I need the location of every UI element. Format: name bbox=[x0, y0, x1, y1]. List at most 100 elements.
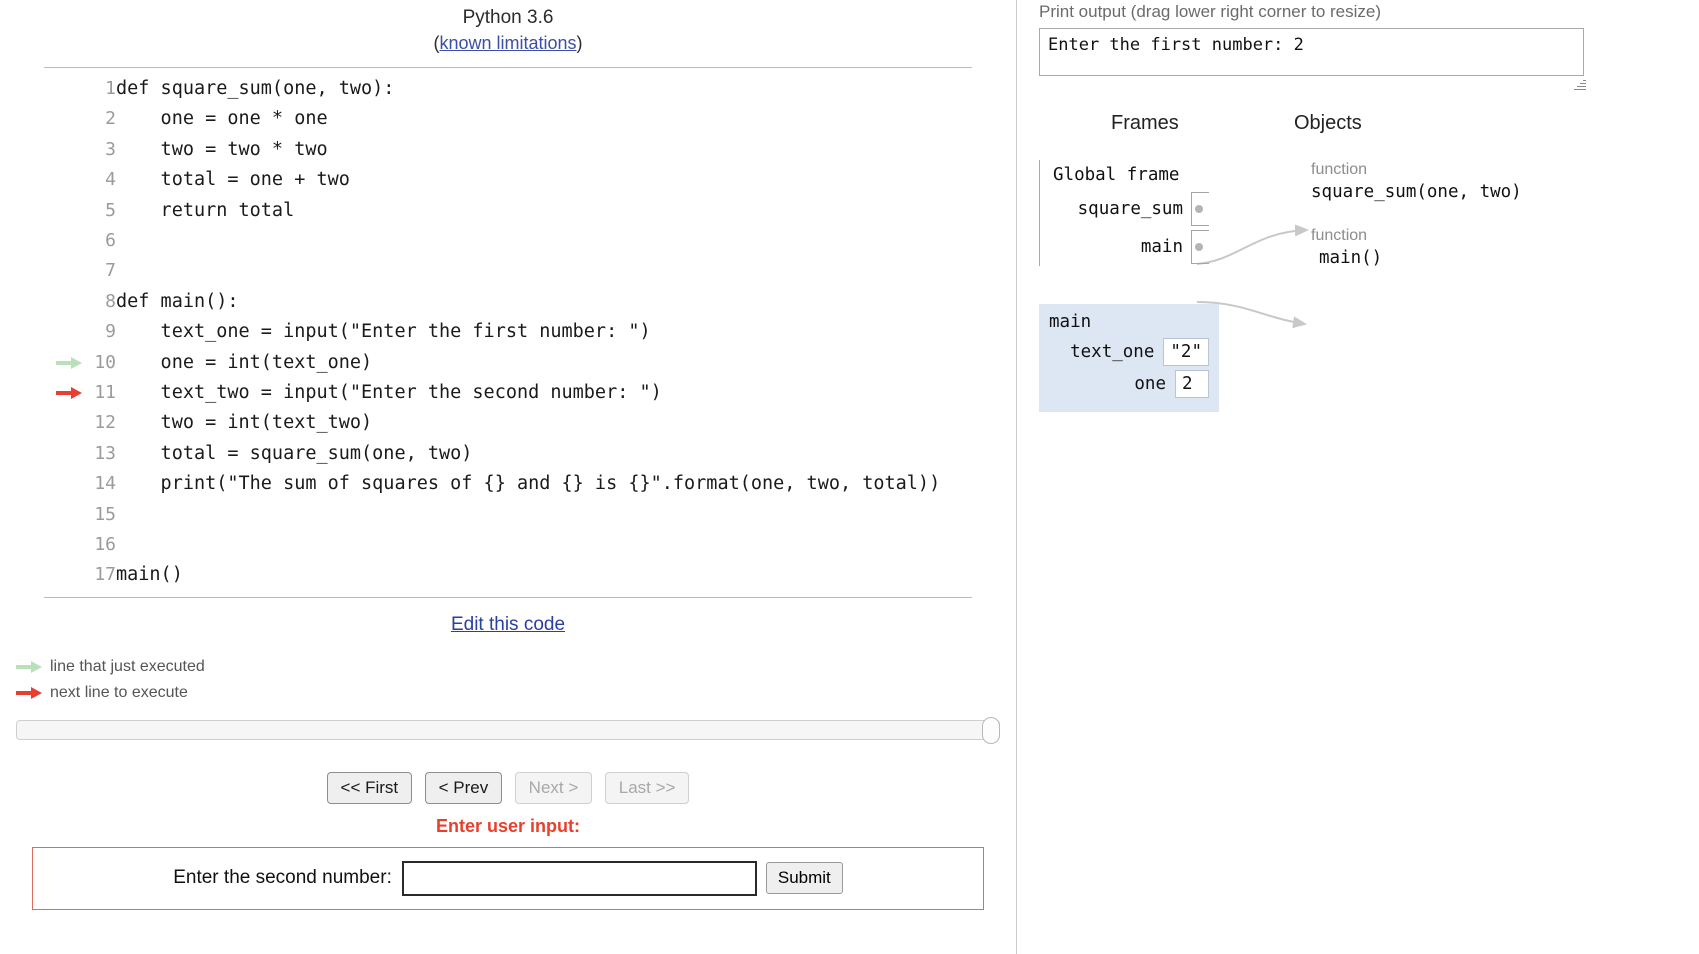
user-input-field[interactable] bbox=[401, 860, 757, 896]
language-label: Python 3.6 bbox=[462, 7, 554, 28]
code-line-text: text_one = input("Enter the first number… bbox=[116, 321, 651, 343]
edit-code-row: Edit this code bbox=[0, 614, 1016, 636]
resize-grip-icon[interactable] bbox=[1572, 78, 1586, 92]
edit-this-code-link[interactable]: Edit this code bbox=[451, 614, 565, 635]
submit-button[interactable]: Submit bbox=[765, 862, 843, 895]
green-arrow-icon bbox=[16, 660, 42, 673]
code-line-number: 14 bbox=[94, 473, 116, 495]
red-arrow-icon bbox=[16, 686, 42, 699]
legend-next-label: next line to execute bbox=[50, 683, 188, 701]
code-line-number: 2 bbox=[105, 108, 116, 130]
code-line-text: main() bbox=[116, 564, 183, 586]
known-limitations-line: (known limitations) bbox=[0, 31, 1016, 55]
object-kind-label: function bbox=[1311, 227, 1368, 244]
first-button[interactable]: << First bbox=[326, 771, 413, 804]
code-line-text bbox=[116, 500, 972, 530]
code-line-number: 7 bbox=[105, 260, 116, 282]
next-button[interactable]: Next > bbox=[514, 771, 593, 804]
code-line-text: print("The sum of squares of {} and {} i… bbox=[116, 473, 941, 495]
stack-frame-main: main text_one "2" one 2 bbox=[1039, 304, 1219, 412]
code-line-row: 10 one = int(text_one) bbox=[44, 348, 972, 378]
legend-executed-label: line that just executed bbox=[50, 657, 205, 675]
code-line-text: text_two = input("Enter the second numbe… bbox=[116, 382, 662, 403]
code-line-text bbox=[116, 256, 972, 286]
heap-object: function square_sum(one, two) bbox=[1311, 160, 1691, 204]
code-line-number: 11 bbox=[94, 382, 116, 403]
user-input-title: Enter user input: bbox=[435, 815, 580, 836]
code-line-marker bbox=[44, 469, 82, 499]
code-line-marker bbox=[44, 439, 82, 469]
code-line-row: 3 two = two * two bbox=[44, 135, 972, 165]
red-arrow-icon bbox=[56, 387, 82, 399]
stack-var-name: text_one bbox=[1070, 342, 1155, 362]
code-line-row: 8 def main(): bbox=[44, 287, 972, 317]
execution-slider[interactable] bbox=[16, 716, 1000, 744]
frames-objects-diagram: Frames Objects Global frame square_sum ma… bbox=[1039, 112, 1699, 472]
known-limitations-link[interactable]: known limitations bbox=[439, 33, 576, 53]
global-var-name: main bbox=[1140, 237, 1183, 257]
code-line-marker bbox=[44, 226, 82, 256]
last-button[interactable]: Last >> bbox=[604, 771, 690, 804]
code-line-marker bbox=[44, 348, 82, 378]
global-var-name: square_sum bbox=[1077, 199, 1183, 219]
green-arrow-icon bbox=[56, 356, 82, 369]
object-signature: square_sum(one, two) bbox=[1311, 182, 1522, 202]
code-line-number: 16 bbox=[94, 534, 116, 556]
code-line-number: 5 bbox=[105, 199, 116, 221]
code-line-marker bbox=[44, 256, 82, 286]
code-line-number: 9 bbox=[105, 321, 116, 343]
code-line-marker bbox=[44, 196, 82, 226]
pointer-dot-icon bbox=[1195, 243, 1203, 251]
code-line-text: one = int(text_one) bbox=[116, 351, 373, 373]
code-line-text bbox=[116, 226, 972, 256]
visualization-pane: Print output (drag lower right corner to… bbox=[1017, 0, 1699, 954]
language-header: Python 3.6 (known limitations) bbox=[0, 0, 1016, 55]
frames-column: Global frame square_summain bbox=[1039, 160, 1209, 266]
objects-column: function square_sum(one, two) function main… bbox=[1311, 160, 1691, 292]
pointer-dot-icon bbox=[1195, 205, 1203, 213]
code-line-number: 3 bbox=[105, 138, 116, 160]
code-line-marker bbox=[44, 287, 82, 317]
slider-handle[interactable] bbox=[982, 716, 1000, 744]
code-line-text: one = one * one bbox=[116, 108, 328, 130]
print-output-wrap: Enter the first number: 2 bbox=[1039, 28, 1586, 90]
stack-var-value: "2" bbox=[1163, 338, 1209, 366]
code-line-row: 4 total = one + two bbox=[44, 165, 972, 195]
code-line-text: total = one + two bbox=[116, 169, 350, 191]
code-line-text: two = int(text_two) bbox=[116, 412, 373, 434]
code-line-marker bbox=[44, 104, 82, 134]
code-line-number: 15 bbox=[94, 503, 116, 525]
code-line-row: 13 total = square_sum(one, two) bbox=[44, 439, 972, 469]
print-output-text: Enter the first number: 2 bbox=[1039, 28, 1584, 76]
stack-var-value: 2 bbox=[1175, 370, 1209, 398]
frames-column-header: Frames bbox=[1111, 112, 1179, 134]
code-line-marker bbox=[44, 135, 82, 165]
slider-track[interactable] bbox=[16, 719, 1000, 740]
code-pane: Python 3.6 (known limitations) 1 def squa… bbox=[0, 0, 1017, 954]
code-line-number: 17 bbox=[94, 564, 116, 586]
code-display: 1 def square_sum(one, two): 2 one = one * … bbox=[44, 66, 972, 598]
code-line-row: 2 one = one * one bbox=[44, 104, 972, 134]
code-line-marker bbox=[44, 530, 82, 560]
code-line-row: 6 bbox=[44, 226, 972, 256]
stack-var-name: one bbox=[1134, 374, 1166, 394]
code-line-number: 10 bbox=[94, 351, 116, 373]
code-line-number: 13 bbox=[94, 442, 116, 464]
global-var-pointer-slot bbox=[1191, 230, 1209, 264]
prev-button[interactable]: < Prev bbox=[424, 771, 503, 804]
code-line-marker bbox=[44, 378, 82, 408]
code-line-row: 12 two = int(text_two) bbox=[44, 408, 972, 438]
global-frame-title: Global frame bbox=[1053, 165, 1180, 185]
code-line-number: 8 bbox=[105, 290, 116, 312]
code-line-marker bbox=[44, 74, 82, 104]
code-line-text: total = square_sum(one, two) bbox=[116, 442, 473, 464]
code-line-marker bbox=[44, 408, 82, 438]
code-line-marker bbox=[44, 165, 82, 195]
code-table: 1 def square_sum(one, two): 2 one = one * … bbox=[44, 74, 972, 591]
code-line-text bbox=[116, 530, 972, 560]
global-var-row: main bbox=[1053, 228, 1209, 266]
stack-var-row: text_one "2" bbox=[1049, 338, 1209, 366]
code-line-row: 16 bbox=[44, 530, 972, 560]
code-line-text: def main(): bbox=[116, 290, 239, 312]
heap-object: function main() bbox=[1311, 226, 1691, 270]
